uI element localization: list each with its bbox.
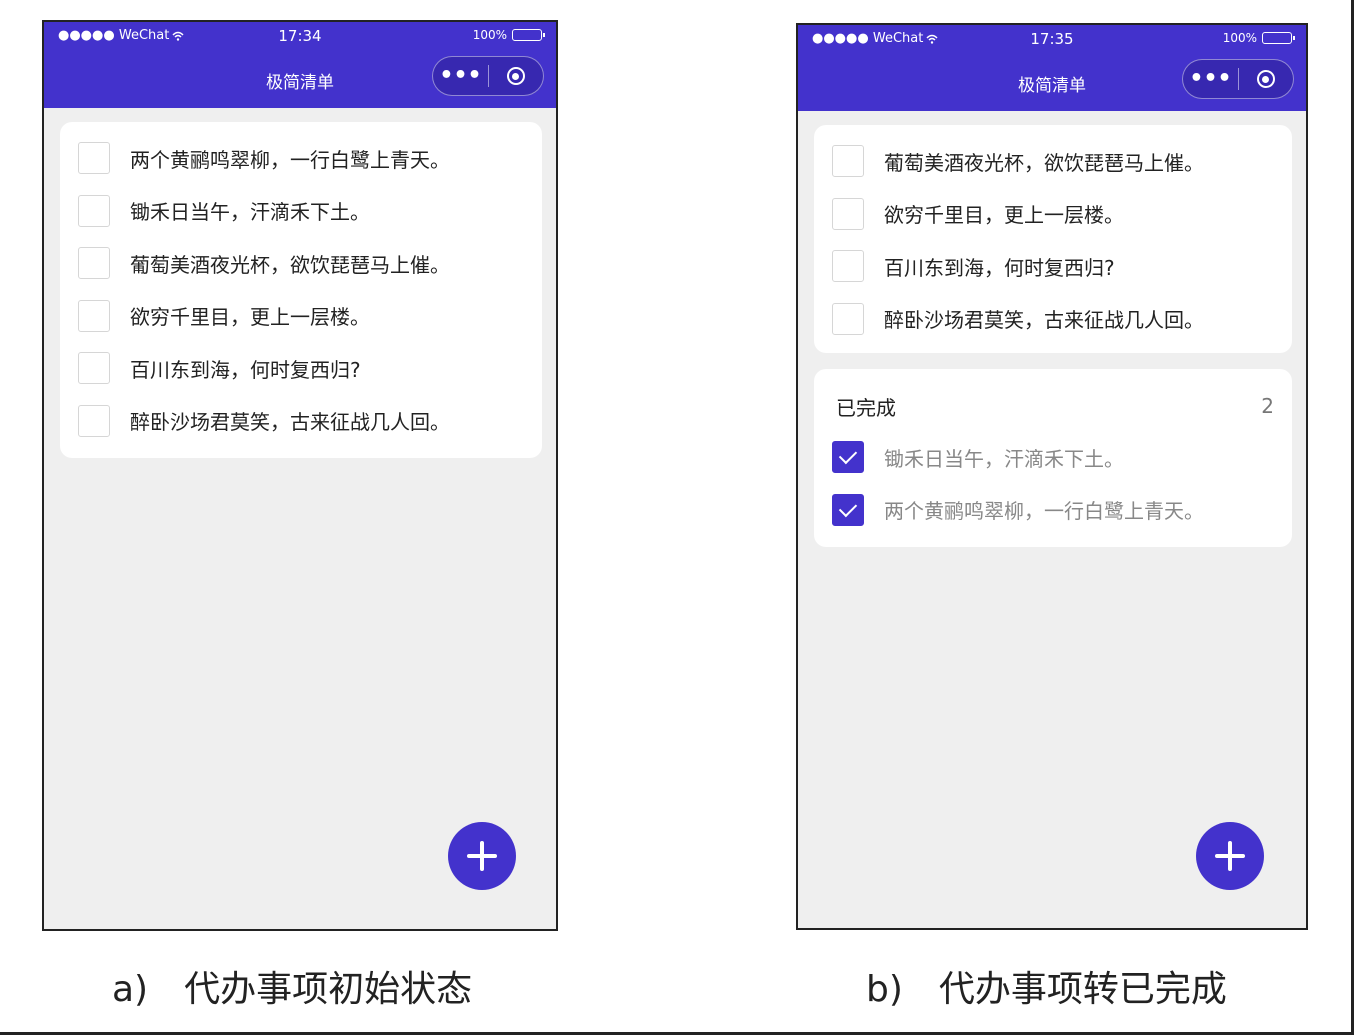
todo-checkbox[interactable] [78,299,110,332]
close-button[interactable] [1239,70,1293,88]
todo-item[interactable]: 百川东到海，何时复西归? [814,240,1292,293]
todo-item[interactable]: 醉卧沙场君莫笑，古来征战几人回。 [60,395,542,448]
todo-item[interactable]: 醉卧沙场君莫笑，古来征战几人回。 [814,293,1292,346]
todo-text: 锄禾日当午，汗滴禾下土。 [130,200,370,225]
todo-list-card: 两个黄鹂鸣翠柳，一行白鹭上青天。 锄禾日当午，汗滴禾下土。葡萄美酒夜光杯，欲饮琵琶… [60,122,542,458]
phone-screen-initial: ●●●●● WeChat 17:34 100% 极简清单 ••• 两个黄鹂鸣翠柳… [42,20,558,931]
todo-text: 欲穷千里目，更上一层楼。 [884,203,1124,228]
todo-text: 百川东到海，何时复西归? [130,357,361,382]
todo-item[interactable]: 百川东到海，何时复西归? [60,342,542,395]
checked-checkbox[interactable] [832,441,864,474]
nav-header: ●●●●● WeChat 17:35 100% 极简清单 ••• [798,25,1306,111]
battery-percent: 100% [1222,31,1257,45]
battery-icon [512,29,545,41]
caption-b: b) 代办事项转已完成 [866,960,1227,1012]
battery-icon [1262,32,1295,44]
todo-text: 百川东到海，何时复西归? [884,255,1115,280]
todo-text: 醉卧沙场君莫笑，古来征战几人回。 [884,308,1204,333]
todo-item[interactable]: 欲穷千里目，更上一层楼。 [814,188,1292,241]
todo-text: 两个黄鹂鸣翠柳，一行白鹭上青天。 [130,147,450,172]
caption-a-label: a) [112,969,149,1010]
todo-checkbox[interactable] [78,352,110,385]
todo-checkbox[interactable] [78,142,110,175]
todo-checkbox[interactable] [78,404,110,437]
nav-header: ●●●●● WeChat 17:34 100% 极简清单 ••• [44,22,556,108]
plus-icon [467,841,497,871]
checked-checkbox[interactable] [832,493,864,526]
todo-text: 欲穷千里目，更上一层楼。 [130,305,370,330]
todo-checkbox[interactable] [832,302,864,335]
mini-program-capsule: ••• [432,56,544,96]
status-bar: ●●●●● WeChat 17:35 100% [798,25,1306,55]
completed-count: 2 [1261,394,1274,418]
add-todo-button[interactable] [448,822,516,890]
target-circle-icon [1256,70,1275,88]
completed-card: 已完成 2 锄禾日当午，汗滴禾下土。两个黄鹂鸣翠柳，一行白鹭上青天。 [814,369,1292,547]
plus-icon [1215,841,1245,871]
close-button[interactable] [489,67,543,85]
more-menu-button[interactable]: ••• [1183,68,1238,90]
more-menu-button[interactable]: ••• [433,65,488,87]
todo-text: 葡萄美酒夜光杯，欲饮琵琶马上催。 [130,252,450,277]
completed-item[interactable]: 锄禾日当午，汗滴禾下土。 [814,431,1292,484]
todo-text: 醉卧沙场君莫笑，古来征战几人回。 [130,410,450,435]
completed-item[interactable]: 两个黄鹂鸣翠柳，一行白鹭上青天。 [814,484,1292,537]
todo-checkbox[interactable] [78,194,110,227]
todo-item[interactable]: 葡萄美酒夜光杯，欲饮琵琶马上催。 [814,135,1292,188]
battery-indicator: 100% [1222,31,1295,45]
todo-text: 锄禾日当午，汗滴禾下土。 [884,446,1124,471]
todo-checkbox[interactable] [832,197,864,230]
todo-checkbox[interactable] [832,145,864,178]
mini-program-capsule: ••• [1182,59,1294,99]
checkmark-icon [838,446,858,465]
todo-checkbox[interactable] [832,250,864,283]
completed-label: 已完成 [836,395,896,420]
phone-screen-completed: ●●●●● WeChat 17:35 100% 极简清单 ••• 葡萄美酒夜光杯… [796,23,1308,930]
todo-item[interactable]: 锄禾日当午，汗滴禾下土。 [60,185,542,238]
todo-item[interactable]: 欲穷千里目，更上一层楼。 [60,290,542,343]
todo-list-card: 葡萄美酒夜光杯，欲饮琵琶马上催。 欲穷千里目，更上一层楼。 百川东到海，何时复西归?… [814,125,1292,353]
battery-percent: 100% [472,28,507,42]
add-todo-button[interactable] [1196,822,1264,890]
todo-checkbox[interactable] [78,247,110,280]
status-bar: ●●●●● WeChat 17:34 100% [44,22,556,52]
target-circle-icon [506,67,525,85]
caption-a-text: 代办事项初始状态 [184,969,473,1010]
caption-b-label: b) [866,969,903,1010]
checkmark-icon [838,498,858,517]
todo-text: 葡萄美酒夜光杯，欲饮琵琶马上催。 [884,150,1204,175]
battery-indicator: 100% [472,28,545,42]
caption-a: a) 代办事项初始状态 [112,960,472,1012]
todo-item[interactable]: 葡萄美酒夜光杯，欲饮琵琶马上催。 [60,237,542,290]
todo-item[interactable]: 两个黄鹂鸣翠柳，一行白鹭上青天。 [60,132,542,185]
todo-text: 两个黄鹂鸣翠柳，一行白鹭上青天。 [884,499,1204,524]
completed-header[interactable]: 已完成 2 [814,381,1292,431]
caption-b-text: 代办事项转已完成 [938,969,1227,1010]
